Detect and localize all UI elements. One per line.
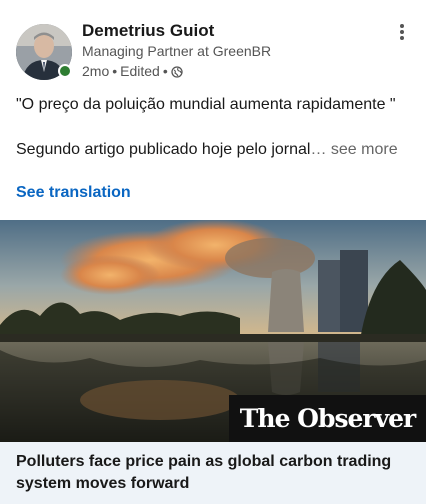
author-headline: Managing Partner at GreenBR bbox=[82, 43, 272, 59]
globe-icon bbox=[171, 65, 183, 78]
author-avatar[interactable] bbox=[16, 24, 72, 80]
article-title[interactable]: Polluters face price pain as global carb… bbox=[16, 451, 410, 495]
online-status-dot bbox=[58, 64, 72, 78]
post-time: 2mo bbox=[82, 63, 110, 79]
edited-label: Edited bbox=[120, 63, 160, 79]
article-caption[interactable]: Polluters face price pain as global carb… bbox=[0, 442, 426, 504]
publisher-logo: The Observer bbox=[229, 395, 426, 442]
ellipsis: … bbox=[310, 141, 327, 158]
see-more-button[interactable]: see more bbox=[331, 141, 398, 158]
see-translation-link[interactable]: See translation bbox=[16, 184, 131, 202]
post-meta: 2mo • Edited • bbox=[82, 63, 183, 79]
post-header: Demetrius Guiot Managing Partner at Gree… bbox=[0, 0, 426, 88]
post-text-quote: "O preço da poluição mundial aumenta rap… bbox=[16, 96, 396, 113]
author-name[interactable]: Demetrius Guiot bbox=[82, 21, 214, 41]
post-text-body: Segundo artigo publicado hoje pelo jorna… bbox=[16, 141, 398, 159]
more-options-icon[interactable] bbox=[392, 22, 412, 44]
post-text-line: Segundo artigo publicado hoje pelo jorna… bbox=[16, 141, 311, 158]
meta-separator: • bbox=[112, 63, 118, 79]
publisher-name: The Observer bbox=[239, 404, 416, 433]
meta-separator: • bbox=[162, 63, 168, 79]
